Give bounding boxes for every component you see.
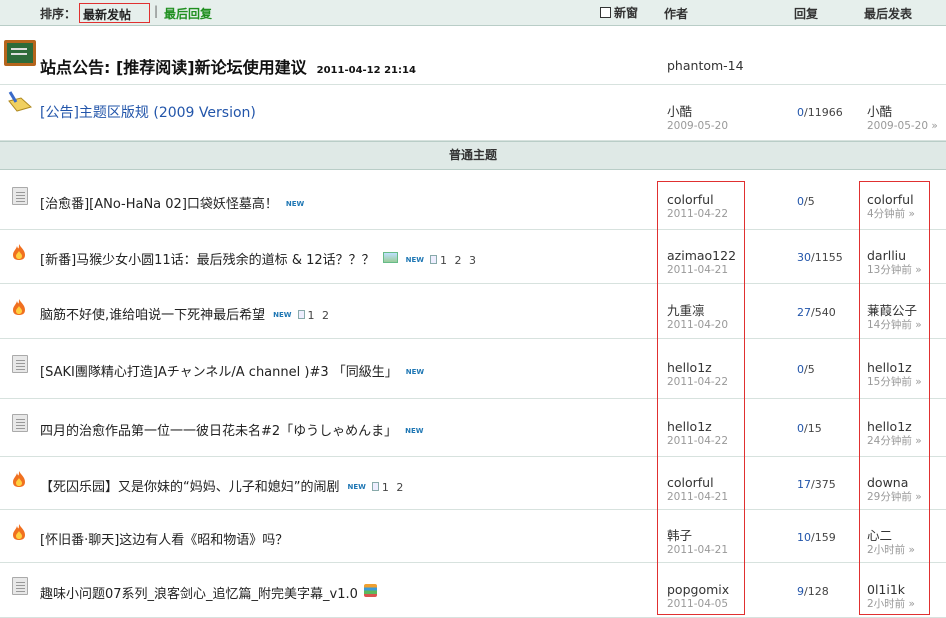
views-number: /15 [804, 422, 822, 435]
thread-title[interactable]: [怀旧番·聊天]这边有人看《昭和物语》吗？ [40, 529, 288, 548]
thread-title-text[interactable]: [治愈番][ANo-HaNa 02]口袋妖怪墓高！ [40, 197, 278, 212]
reply-count: 27/540 [797, 306, 836, 319]
sort-label: 排序： [40, 7, 77, 21]
reply-count: 0/5 [797, 195, 815, 208]
thread-row: [新番]马猴少女小圆11话：最后残余的道标 & 12话？？？ NEW 1 2 3 az… [0, 230, 946, 284]
document-icon [12, 187, 28, 205]
views-number: /5 [804, 195, 815, 208]
document-icon [12, 355, 28, 373]
reply-count: 30/1155 [797, 251, 843, 264]
views-number: /5 [804, 363, 815, 376]
new-window-checkbox[interactable] [600, 7, 611, 18]
col-replies: 回复 [794, 7, 819, 21]
fire-icon [12, 523, 26, 541]
thread-title-text[interactable]: 【死囚乐园】又是你妹的“妈妈、儿子和媳妇”的闹剧 [40, 480, 339, 495]
views-number: /159 [811, 531, 836, 544]
new-badge: NEW [285, 200, 305, 208]
new-badge: NEW [273, 311, 292, 319]
sort-separator: | [154, 4, 159, 18]
page-numbers[interactable]: 1 2 3 [440, 254, 478, 267]
announcement-author[interactable]: phantom-14 [667, 58, 744, 73]
page-links[interactable]: 1 2 [297, 309, 332, 322]
new-badge: NEW [405, 427, 424, 435]
notice-pencil-icon [7, 91, 33, 112]
new-window-toggle[interactable]: 新窗 [600, 4, 638, 21]
replies-number: 0 [797, 422, 804, 435]
replies-number: 0 [797, 195, 804, 208]
last-post-column-highlight [859, 181, 930, 615]
pages-icon [297, 310, 305, 319]
reply-count: 0/5 [797, 363, 815, 376]
fire-icon [12, 243, 26, 261]
pinned-announcement-row: 站点公告: [推荐阅读]新论坛使用建议 2011-04-12 21:14 phan… [0, 27, 946, 85]
replies-number: 27 [797, 306, 811, 319]
reply-count: 0/15 [797, 422, 822, 435]
normal-threads-section: 普通主题 [0, 141, 946, 170]
page-links[interactable]: 1 2 3 [430, 254, 478, 267]
thread-title[interactable]: 脑筋不好使,谁给咱说一下死神最后希望 NEW 1 2 [40, 304, 331, 323]
thread-row: [SAKI團隊精心打造]Aチャンネル/A channel )#3 「同級生」 NE… [0, 339, 946, 399]
thread-title-text[interactable]: [SAKI團隊精心打造]Aチャンネル/A channel )#3 「同級生」 [40, 365, 398, 380]
thread-title-text[interactable]: [新番]马猴少女小圆11话：最后残余的道标 & 12话？？？ [40, 253, 375, 268]
thread-title-text[interactable]: [怀旧番·聊天]这边有人看《昭和物语》吗？ [40, 533, 288, 548]
page-numbers[interactable]: 1 2 [308, 309, 332, 322]
replies-number: 0 [797, 363, 804, 376]
new-window-label: 新窗 [614, 6, 639, 20]
new-badge: NEW [347, 483, 366, 491]
pinned-rules-row: [公告]主题区版规 (2009 Version) 小酷 2009-05-20 0/… [0, 85, 946, 141]
rules-last-post[interactable]: 小酷 2009-05-20 » [867, 104, 938, 134]
pages-icon [371, 482, 379, 491]
page-links[interactable]: 1 2 [371, 481, 406, 494]
thread-title[interactable]: [SAKI團隊精心打造]Aチャンネル/A channel )#3 「同級生」 NE… [40, 361, 424, 380]
thread-title-text[interactable]: 脑筋不好使,谁给咱说一下死神最后希望 [40, 308, 265, 323]
author-column-highlight [657, 181, 745, 615]
announcement-date: 2011-04-12 21:14 [316, 65, 416, 76]
sort-last-reply-link[interactable]: 最后回复 [164, 5, 212, 22]
views-number: /540 [811, 306, 836, 319]
page-numbers[interactable]: 1 2 [382, 481, 406, 494]
thread-title[interactable]: 四月的治愈作品第一位一一彼日花未名#2「ゆうしゃめんま」 NEW [40, 420, 424, 439]
file-stack-icon [363, 584, 377, 597]
thread-title[interactable]: [治愈番][ANo-HaNa 02]口袋妖怪墓高！ NEW [40, 193, 304, 212]
thread-row: 趣味小问题07系列_浪客剑心_追忆篇_附完美字幕_v1.0 popgomix 201… [0, 563, 946, 618]
thread-title-text[interactable]: 趣味小问题07系列_浪客剑心_追忆篇_附完美字幕_v1.0 [40, 587, 358, 602]
thread-title[interactable]: [新番]马猴少女小圆11话：最后残余的道标 & 12话？？？ NEW 1 2 3 [40, 249, 478, 268]
thread-title-text[interactable]: 四月的治愈作品第一位一一彼日花未名#2「ゆうしゃめんま」 [40, 424, 397, 439]
rules-thread-title[interactable]: [公告]主题区版规 (2009 Version) [40, 102, 256, 122]
thread-title[interactable]: 【死囚乐园】又是你妹的“妈妈、儿子和媳妇”的闹剧 NEW 1 2 [40, 476, 405, 495]
reply-count: 10/159 [797, 531, 836, 544]
reply-count: 9/128 [797, 585, 829, 598]
rules-reply-count: 0/11966 [797, 106, 843, 119]
views-number: /375 [811, 478, 836, 491]
new-badge: NEW [405, 256, 425, 264]
fire-icon [12, 298, 26, 316]
document-icon [12, 414, 28, 432]
col-author: 作者 [664, 7, 689, 21]
announcement-title[interactable]: 站点公告: [推荐阅读]新论坛使用建议 2011-04-12 21:14 [40, 54, 416, 78]
replies-number: 10 [797, 531, 811, 544]
replies-number: 30 [797, 251, 811, 264]
sort-latest-post-button[interactable]: 最新发帖 [79, 3, 150, 23]
replies-number: 9 [797, 585, 804, 598]
thread-row: 四月的治愈作品第一位一一彼日花未名#2「ゆうしゃめんま」 NEW hello1z 20… [0, 399, 946, 457]
new-badge: NEW [405, 368, 425, 376]
views-number: /1155 [811, 251, 843, 264]
thread-title[interactable]: 趣味小问题07系列_浪客剑心_追忆篇_附完美字幕_v1.0 [40, 583, 377, 602]
thread-row: 脑筋不好使,谁给咱说一下死神最后希望 NEW 1 2 九重凛 2011-04-20 27/… [0, 284, 946, 339]
thread-row: [怀旧番·聊天]这边有人看《昭和物语》吗？ 韩子 2011-04-21 10/159 心… [0, 510, 946, 563]
replies-number: 17 [797, 478, 811, 491]
fire-icon [12, 470, 26, 488]
col-last-post: 最后发表 [864, 7, 913, 21]
thread-row: 【死囚乐园】又是你妹的“妈妈、儿子和媳妇”的闹剧 NEW 1 2 colorful 20… [0, 457, 946, 510]
image-attachment-icon [382, 252, 398, 263]
pages-icon [430, 255, 438, 264]
document-icon [12, 577, 28, 595]
rules-author[interactable]: 小酷 2009-05-20 [667, 104, 728, 134]
thread-row: [治愈番][ANo-HaNa 02]口袋妖怪墓高！ NEW colorful 2011… [0, 171, 946, 230]
announcement-board-icon [4, 40, 36, 66]
thread-list-header: 排序： 最新发帖 | 最后回复 新窗 作者 回复 最后发表 [0, 0, 946, 26]
reply-count: 17/375 [797, 478, 836, 491]
views-number: /128 [804, 585, 829, 598]
